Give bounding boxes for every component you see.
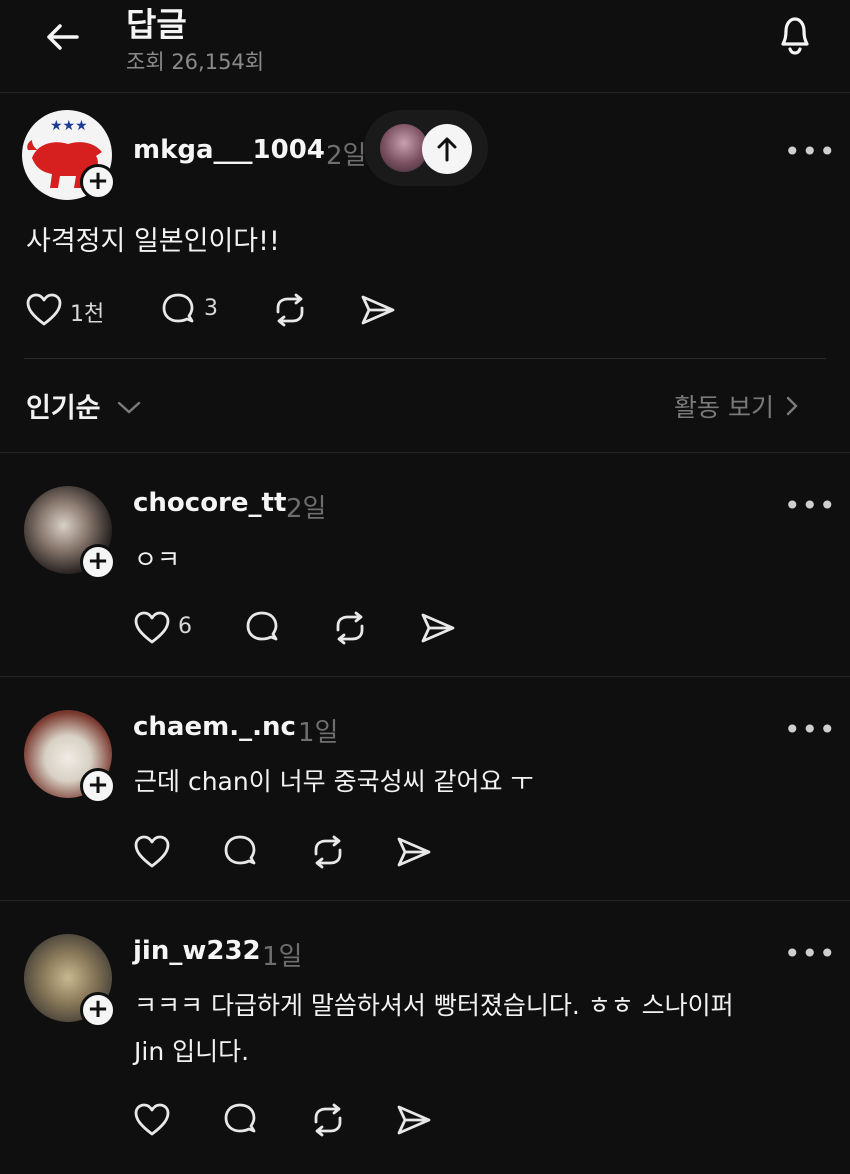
page-title: 답글: [126, 5, 187, 44]
more-options-icon[interactable]: •••: [784, 716, 837, 744]
chevron-right-icon: [782, 394, 802, 424]
chevron-down-icon: [116, 394, 142, 425]
post-text: 사격정지 일본인이다!!: [26, 226, 280, 257]
reply-time: 2일: [286, 494, 327, 524]
follow-plus-icon[interactable]: +: [80, 992, 116, 1028]
post-username[interactable]: mkga___1004: [133, 135, 325, 165]
view-count: 조회 26,154회: [126, 50, 265, 74]
follow-plus-icon[interactable]: +: [80, 544, 116, 580]
reply-text-line-2: Jin 입니다.: [134, 1037, 250, 1066]
reply-text: 근데 chan이 너무 중국성씨 같어요 ㅜ: [134, 767, 534, 796]
share-icon[interactable]: [418, 608, 458, 648]
heart-icon[interactable]: [132, 1100, 172, 1140]
follow-plus-icon[interactable]: +: [80, 768, 116, 804]
sort-dropdown[interactable]: 인기순: [26, 386, 142, 425]
post-actions: 1천 3: [24, 288, 424, 332]
back-arrow-icon[interactable]: [40, 14, 86, 60]
bell-icon[interactable]: [770, 10, 820, 60]
reply-time: 1일: [262, 942, 303, 972]
like-count: 6: [178, 614, 192, 639]
more-options-icon[interactable]: •••: [784, 940, 837, 968]
comment-icon[interactable]: [220, 832, 260, 872]
header: 답글 조회 26,154회: [0, 0, 850, 93]
reply-actions: 6: [132, 606, 472, 650]
activity-label: 활동 보기: [674, 393, 774, 422]
comment-count: 3: [204, 296, 218, 321]
reply-time: 1일: [298, 718, 339, 748]
repost-icon[interactable]: [330, 608, 370, 648]
divider: [0, 900, 850, 901]
reply-username[interactable]: jin_w232: [133, 936, 261, 966]
divider: [24, 358, 826, 359]
reply-username[interactable]: chocore_tt: [133, 488, 286, 518]
more-options-icon[interactable]: •••: [784, 492, 837, 520]
divider: [0, 676, 850, 677]
reply-text: ㅇㅋ: [134, 545, 181, 574]
divider: [0, 452, 850, 453]
more-options-icon[interactable]: •••: [784, 138, 837, 166]
repost-icon[interactable]: [308, 1100, 348, 1140]
reply-text-line-1: ㅋㅋㅋ 다급하게 말씀하셔서 빵터졌습니다. ㅎㅎ 스나이퍼: [134, 991, 734, 1020]
jump-to-top-pill[interactable]: [364, 110, 488, 186]
reply-actions: [132, 1098, 472, 1142]
mini-avatar: [380, 124, 428, 172]
heart-icon[interactable]: [132, 832, 172, 872]
share-icon[interactable]: [394, 1100, 434, 1140]
svg-text:★★★: ★★★: [50, 118, 88, 134]
follow-plus-icon[interactable]: +: [80, 164, 116, 200]
repost-icon[interactable]: [270, 290, 310, 330]
post-time: 2일: [326, 141, 367, 171]
sort-label: 인기순: [26, 393, 101, 424]
heart-icon[interactable]: [24, 290, 64, 330]
comment-icon[interactable]: [158, 290, 198, 330]
comment-icon[interactable]: [242, 608, 282, 648]
comment-icon[interactable]: [220, 1100, 260, 1140]
like-count: 1천: [70, 302, 105, 327]
share-icon[interactable]: [394, 832, 434, 872]
repost-icon[interactable]: [308, 832, 348, 872]
reply-username[interactable]: chaem._.nc: [133, 712, 296, 742]
heart-icon[interactable]: [132, 608, 172, 648]
arrow-up-icon[interactable]: [422, 124, 472, 174]
view-activity-link[interactable]: 활동 보기: [674, 388, 802, 424]
share-icon[interactable]: [358, 290, 398, 330]
reply-actions: [132, 830, 472, 874]
